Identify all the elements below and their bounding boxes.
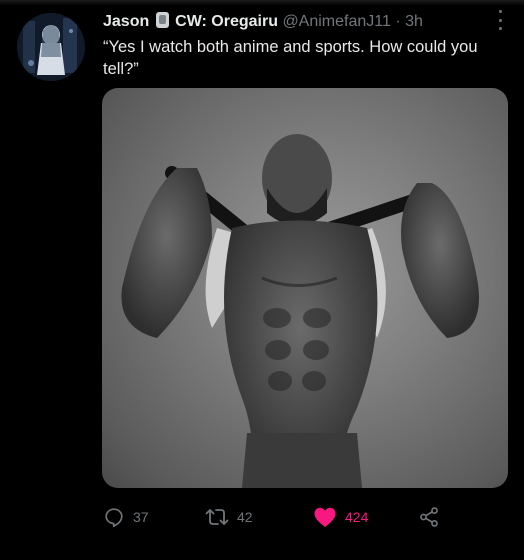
tweet-media-photo[interactable] <box>102 88 508 488</box>
avatar-image <box>17 13 85 81</box>
share-button[interactable] <box>418 505 440 529</box>
retweet-icon <box>205 509 229 525</box>
avatar[interactable] <box>17 13 85 81</box>
retweet-button[interactable]: 42 <box>205 505 253 529</box>
tweet-actions: 37 42 424 <box>103 505 463 529</box>
like-count: 424 <box>345 509 369 525</box>
display-name-suffix[interactable]: CW: Oregairu <box>175 13 278 30</box>
timestamp[interactable]: 3h <box>405 13 423 30</box>
tweet-header: Jason CW: Oregairu @AnimefanJ11 · 3h <box>103 12 484 32</box>
retweet-count: 42 <box>237 509 253 525</box>
reply-icon <box>105 508 123 528</box>
share-icon <box>420 507 438 527</box>
badge-icon <box>155 12 169 28</box>
heart-icon <box>314 507 336 527</box>
previous-tweet-edge <box>0 0 524 6</box>
photo-muscular-man <box>121 134 479 488</box>
separator-dot: · <box>395 13 401 30</box>
more-icon[interactable] <box>496 10 504 30</box>
user-handle[interactable]: @AnimefanJ11 <box>282 13 390 30</box>
reply-count: 37 <box>133 509 149 525</box>
tweet-text: “Yes I watch both anime and sports. How … <box>103 38 478 78</box>
display-name[interactable]: Jason <box>103 13 149 30</box>
reply-button[interactable]: 37 <box>103 505 149 529</box>
like-button[interactable]: 424 <box>313 505 368 529</box>
